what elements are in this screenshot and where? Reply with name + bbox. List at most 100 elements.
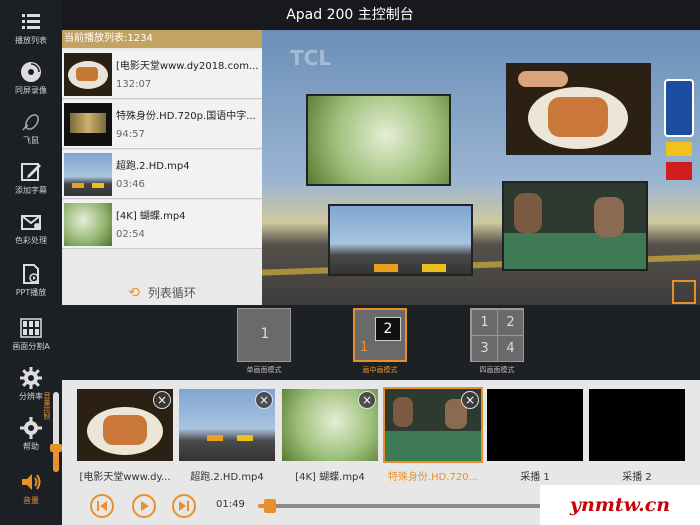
playlist-item-title: [电影天堂www.dy2018.com... [116, 61, 259, 72]
close-icon[interactable]: × [153, 391, 171, 409]
mode-cell: 1 [360, 340, 369, 355]
playlist-item[interactable]: 超跑.2.HD.mp4 03:46 [62, 150, 262, 199]
window-title: Apad 200 主控制台 [286, 7, 414, 23]
volume-knob[interactable] [50, 444, 62, 452]
source-label: [电影天堂www.dy... [79, 472, 171, 483]
skip-back-icon [97, 501, 107, 511]
source-tile[interactable]: × [179, 389, 275, 461]
playlist-item-duration: 94:57 [116, 129, 145, 140]
playlist-item[interactable]: 特殊身份.HD.720p.国语中字... 94:57 [62, 100, 262, 149]
playlist-item[interactable]: [电影天堂www.dy2018.com... 132:07 [62, 50, 262, 99]
repeat-icon: ⟲ [128, 285, 140, 301]
sidebar-item-ppt[interactable]: PPT播放 [0, 256, 62, 306]
video-window-mahjong[interactable] [502, 181, 648, 271]
source-label: 超跑.2.HD.mp4 [190, 472, 264, 483]
seek-knob[interactable] [263, 499, 276, 513]
video-thumbnail [64, 153, 112, 196]
mode-cell: 4 [498, 336, 523, 361]
source-tile[interactable] [487, 389, 583, 461]
playlist-item-title: [4K] 蝴蝶.mp4 [116, 211, 186, 222]
previous-button[interactable] [90, 494, 114, 518]
sidebar-item-subtitle[interactable]: 添加字幕 [0, 154, 62, 204]
playlist-item-duration: 132:07 [116, 79, 152, 90]
app-root: Apad 200 主控制台 播放列表 同屏录像 飞鼠 添加字幕 色彩处理 PPT… [0, 0, 700, 525]
ppt-icon [23, 264, 39, 284]
playback-time: 01:49 [216, 499, 245, 510]
preview-canvas[interactable]: TCL [262, 30, 700, 305]
preview-overlay-text: TCL [290, 46, 332, 70]
mode-pip[interactable]: 2 1 [353, 308, 407, 362]
list-icon [22, 14, 40, 29]
mode-quad[interactable]: 1 2 3 4 [470, 308, 524, 362]
volume-icon [22, 474, 41, 490]
seek-bar[interactable] [258, 499, 548, 513]
mode-label: 画中画模式 [362, 366, 398, 374]
arrow-sign [666, 142, 692, 156]
sidebar-item-label: 添加字幕 [15, 186, 47, 195]
close-icon[interactable]: × [461, 391, 479, 409]
source-tile[interactable]: × [282, 389, 378, 461]
tcl-sign [666, 162, 692, 180]
video-window-food[interactable] [506, 63, 651, 155]
play-button[interactable] [132, 494, 156, 518]
gear-icon [20, 367, 42, 389]
volume-slider[interactable]: 音量控制 [43, 392, 62, 472]
playback-bar: 01:49 ynmtw.cn [62, 485, 700, 525]
playlist-item[interactable]: [4K] 蝴蝶.mp4 02:54 [62, 200, 262, 249]
source-label: 采播 2 [622, 472, 652, 483]
source-label: 采播 1 [520, 472, 550, 483]
mouse-icon [22, 114, 39, 131]
playlist-panel: 当前播放列表:1234 [电影天堂www.dy2018.com... 132:0… [62, 30, 262, 305]
help-icon [20, 417, 42, 439]
mode-cell: 3 [472, 336, 497, 361]
watermark: ynmtw.cn [540, 485, 700, 525]
video-thumbnail [64, 203, 112, 246]
sidebar-item-label: 播放列表 [15, 36, 47, 45]
disc-icon [21, 62, 41, 82]
volume-slider-label: 音量控制 [43, 392, 51, 420]
source-strip: × [电影天堂www.dy... × 超跑.2.HD.mp4 × [4K] 蝴蝶… [62, 380, 700, 485]
source-tile[interactable]: × [77, 389, 173, 461]
sidebar-item-label: 同屏录像 [15, 86, 47, 95]
skip-forward-icon [179, 501, 189, 511]
highway-sign [664, 79, 694, 137]
playlist-item-title: 特殊身份.HD.720p.国语中字... [116, 111, 256, 122]
loop-mode-button[interactable]: ⟲ 列表循环 [62, 282, 262, 304]
sidebar-item-playlist[interactable]: 播放列表 [0, 4, 62, 54]
mode-cell: 2 [375, 317, 401, 341]
close-icon[interactable]: × [358, 391, 376, 409]
mode-cell: 1 [472, 310, 497, 335]
layout-toggle-button[interactable] [672, 280, 696, 304]
source-label: [4K] 蝴蝶.mp4 [295, 472, 365, 483]
source-tile[interactable]: × [383, 387, 483, 463]
close-icon[interactable]: × [255, 391, 273, 409]
title-bar: Apad 200 主控制台 [0, 0, 700, 30]
play-icon [141, 501, 149, 511]
sidebar-item-label: 音量 [23, 496, 39, 505]
video-window-cars[interactable] [328, 204, 473, 276]
sidebar-item-split[interactable]: 画面分割A [0, 310, 62, 360]
playlist-item-duration: 02:54 [116, 229, 145, 240]
sidebar-item-label: PPT播放 [15, 288, 47, 297]
sidebar-item-color[interactable]: 色彩处理 [0, 204, 62, 254]
mode-single[interactable]: 1 [237, 308, 291, 362]
sidebar-item-label: 飞鼠 [23, 136, 39, 145]
grid-icon [20, 318, 42, 338]
next-button[interactable] [172, 494, 196, 518]
mail-icon [21, 215, 41, 230]
playlist-item-duration: 03:46 [116, 179, 145, 190]
sidebar-item-record[interactable]: 同屏录像 [0, 54, 62, 104]
playlist-header: 当前播放列表:1234 [62, 30, 262, 48]
loop-mode-label: 列表循环 [147, 286, 196, 300]
source-label: 特殊身份.HD.720... [387, 472, 479, 483]
seek-progress [258, 504, 264, 508]
playlist-item-title: 超跑.2.HD.mp4 [116, 161, 190, 172]
mode-selector: 1 单画面模式 2 1 画中画模式 1 2 3 4 四画面模式 [62, 305, 700, 380]
video-thumbnail [64, 53, 112, 96]
sidebar-item-airmouse[interactable]: 飞鼠 [0, 104, 62, 154]
video-window-butterfly[interactable] [306, 94, 451, 186]
video-thumbnail [64, 103, 112, 146]
source-tile[interactable] [589, 389, 685, 461]
sidebar-item-label: 色彩处理 [15, 236, 47, 245]
mode-cell: 2 [498, 310, 523, 335]
